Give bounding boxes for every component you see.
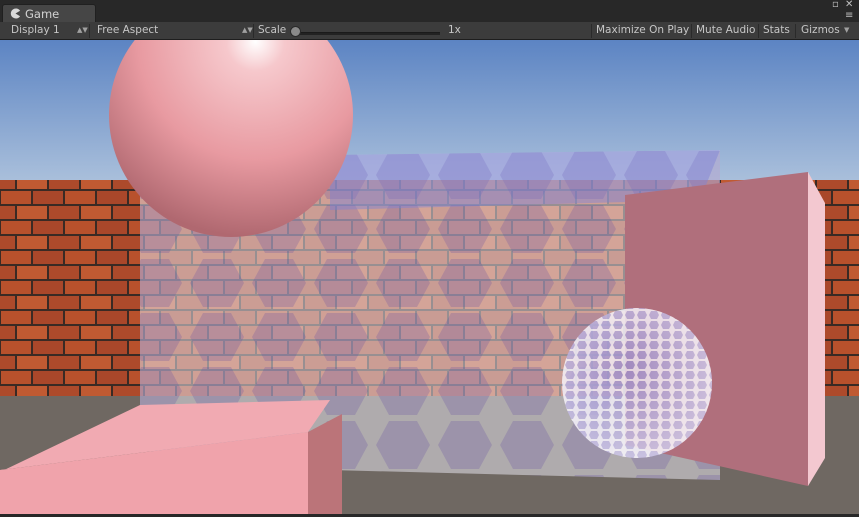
game-toolbar: Display 1 ▲▼ Free Aspect ▲▼ Scale 1x Max…	[0, 22, 859, 40]
game-viewport[interactable]	[0, 0, 859, 514]
scale-slider-thumb[interactable]	[290, 26, 301, 37]
scale-value: 1x	[448, 24, 461, 36]
pacman-game-icon	[10, 8, 21, 19]
display-dropdown[interactable]: Display 1 ▲▼	[0, 22, 88, 39]
close-window-icon[interactable]: ✕	[845, 0, 853, 10]
panel-menu-icon[interactable]: ≡	[845, 11, 853, 21]
scale-slider-track[interactable]	[296, 32, 440, 35]
updown-arrow-icon: ▲▼	[242, 26, 253, 34]
gizmos-toggle[interactable]: Gizmos	[801, 22, 840, 39]
maximize-on-play-toggle[interactable]: Maximize On Play	[596, 22, 689, 39]
toolbar-divider	[253, 24, 254, 38]
scale-label: Scale	[258, 24, 287, 36]
tab-game-label: Game	[25, 7, 60, 21]
aspect-dropdown-label: Free Aspect	[97, 24, 159, 36]
display-dropdown-label: Display 1	[11, 24, 60, 36]
gizmos-dropdown-arrow-icon[interactable]: ▼	[844, 22, 849, 39]
maximize-window-icon[interactable]: ▫	[832, 0, 839, 10]
toolbar-divider	[591, 24, 592, 38]
toolbar-divider	[758, 24, 759, 38]
game-scene	[0, 0, 859, 514]
toolbar-divider	[795, 24, 796, 38]
stats-toggle[interactable]: Stats	[763, 22, 790, 39]
tab-game[interactable]: Game	[2, 4, 96, 22]
aspect-dropdown[interactable]: Free Aspect ▲▼	[90, 22, 253, 39]
hex-sphere	[562, 308, 712, 458]
tab-bar: Game ▫ ✕ ≡	[0, 0, 859, 22]
updown-arrow-icon: ▲▼	[77, 26, 88, 34]
toolbar-divider	[691, 24, 692, 38]
mute-audio-toggle[interactable]: Mute Audio	[696, 22, 755, 39]
